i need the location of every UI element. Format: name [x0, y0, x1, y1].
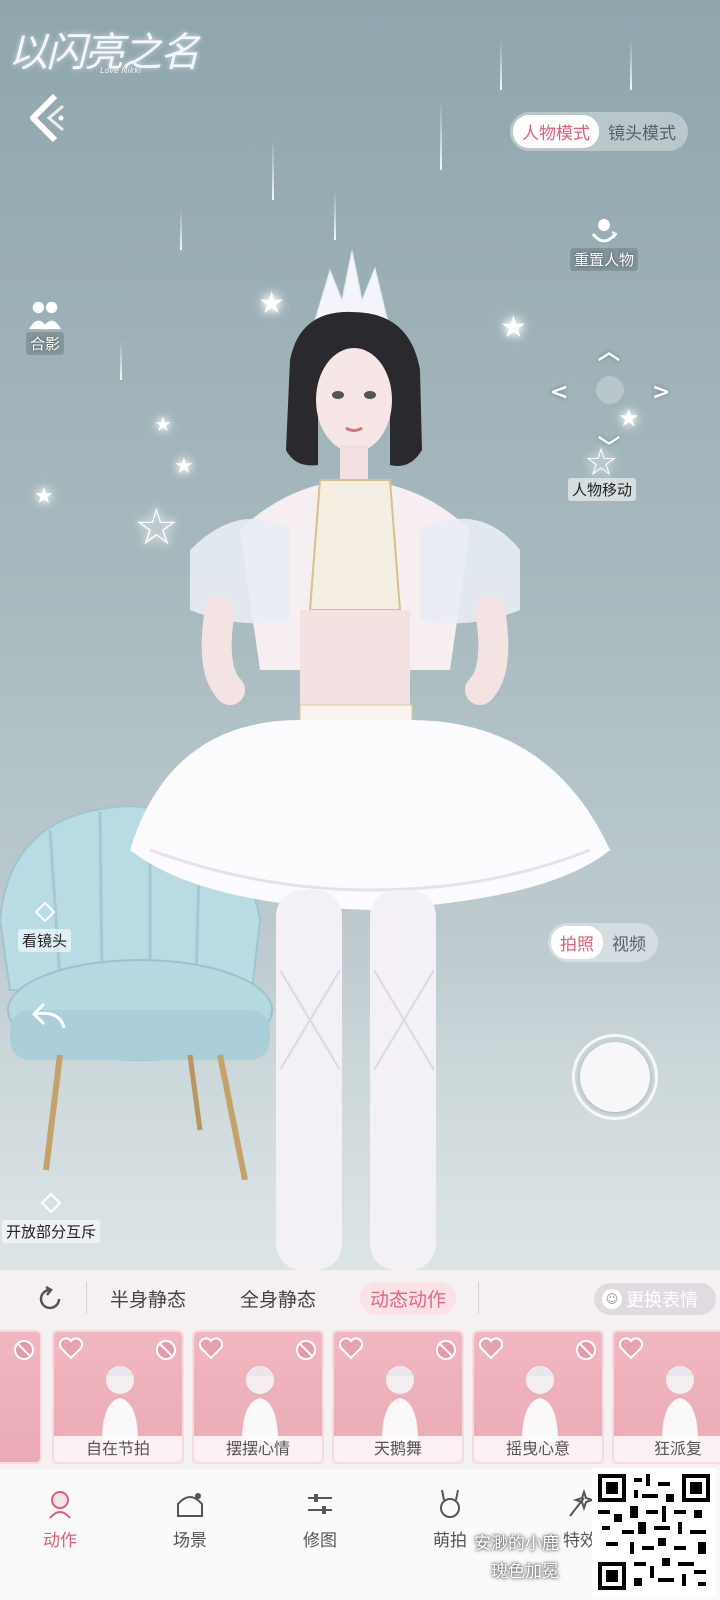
refresh-button[interactable]: [36, 1284, 66, 1314]
diamond-icon: [28, 895, 62, 929]
pose-preview-image: [242, 1366, 278, 1442]
photo-scene[interactable]: ★ ★ ★ ★ ★ ☆ ★ ☆ 以闪亮之名 Love Nikki 人物模式 镜头…: [0, 0, 720, 1270]
partial-mutex-toggle[interactable]: 开放部分互斥: [2, 1186, 101, 1243]
light-drop: [440, 100, 442, 170]
pose-preview-image: [522, 1366, 558, 1442]
move-character-label-wrap: 人物移动: [568, 478, 637, 501]
light-drop: [272, 140, 274, 200]
undo-arrow-icon: [31, 1002, 66, 1029]
tab-full-body-static[interactable]: 全身静态: [230, 1282, 326, 1315]
nav-item-scene[interactable]: 场景: [150, 1488, 230, 1551]
look-at-camera-label: 看镜头: [18, 929, 72, 952]
capture-mode-toggle: 拍照 视频: [548, 923, 658, 962]
pose-card-label: 摆摆心情: [194, 1436, 322, 1462]
reset-person-icon: [587, 214, 621, 248]
watermark-line2: 瑰色加冕: [491, 1562, 559, 1582]
light-drop: [334, 190, 336, 240]
heart-icon[interactable]: [198, 1336, 224, 1360]
pose-preview-image: [102, 1366, 138, 1442]
chevron-up-icon[interactable]: ︿: [598, 334, 620, 366]
pose-card-label: 狂派复: [614, 1436, 720, 1462]
nav-item-adjust[interactable]: 修图: [280, 1488, 360, 1551]
pose-card-label: 天鹅舞: [334, 1436, 462, 1462]
partial-mutex-label: 开放部分互斥: [2, 1220, 101, 1243]
qr-code: [592, 1468, 716, 1596]
nav-item-label: 修图: [303, 1531, 337, 1551]
tab-half-body-static[interactable]: 半身静态: [100, 1282, 196, 1315]
ban-icon: [576, 1340, 596, 1360]
shutter-button[interactable]: [572, 1034, 658, 1120]
ban-icon: [436, 1340, 456, 1360]
ban-icon: [156, 1340, 176, 1360]
reset-character-label: 重置人物: [570, 248, 639, 271]
divider: [86, 1282, 87, 1314]
pose-icon: [49, 1491, 71, 1519]
watermark: 安渺的小鹿 瑰色加冕: [474, 1530, 559, 1586]
pose-card[interactable]: 摇曳心意: [472, 1330, 604, 1464]
divider: [478, 1282, 479, 1314]
smiley-icon: ☺: [602, 1289, 622, 1309]
group-photo-label: 合影: [26, 332, 65, 355]
pose-card[interactable]: 自在节拍: [52, 1330, 184, 1464]
chevron-left-icon: [30, 93, 64, 143]
change-expression-button[interactable]: ☺ 更换表情: [594, 1283, 716, 1315]
pose-card-label: 自在节拍: [54, 1436, 182, 1462]
tab-photo[interactable]: 拍照: [551, 926, 603, 959]
ban-icon: [14, 1340, 34, 1360]
group-photo-button[interactable]: 合影: [26, 298, 65, 355]
pose-card[interactable]: 摆摆心情: [192, 1330, 324, 1464]
light-drop: [630, 40, 632, 90]
refresh-icon: [39, 1285, 61, 1310]
shutter-inner: [580, 1042, 650, 1112]
watermark-line1: 安渺的小鹿: [474, 1534, 559, 1554]
heart-icon[interactable]: [618, 1336, 644, 1360]
nav-item-label: 萌拍: [433, 1531, 467, 1551]
light-drop: [500, 40, 502, 90]
heart-icon[interactable]: [478, 1336, 504, 1360]
pose-panel: 半身静态 全身静态 动态动作 ☺ 更换表情 自在节拍 摆摆心情 天鹅舞 摇曳心意…: [0, 1270, 720, 1470]
pose-card[interactable]: 天鹅舞: [332, 1330, 464, 1464]
pose-card-list[interactable]: 自在节拍 摆摆心情 天鹅舞 摇曳心意 狂派复: [0, 1330, 720, 1466]
tab-camera-mode[interactable]: 镜头模式: [599, 115, 685, 148]
adjust-icon: [308, 1494, 332, 1514]
pose-preview-image: [382, 1366, 418, 1442]
person-icon: [596, 376, 624, 404]
heart-icon[interactable]: [58, 1336, 84, 1360]
move-character-label: 人物移动: [568, 478, 637, 501]
heart-icon[interactable]: [338, 1336, 364, 1360]
pose-card[interactable]: 狂派复: [612, 1330, 720, 1464]
mode-toggle: 人物模式 镜头模式: [510, 112, 688, 151]
look-at-camera-button[interactable]: 看镜头: [18, 895, 72, 952]
chevron-left-icon[interactable]: <: [550, 380, 568, 405]
back-button[interactable]: [22, 90, 72, 146]
character-move-dpad[interactable]: ︿ < > ﹀: [548, 334, 672, 461]
bunny-icon: [440, 1489, 460, 1518]
group-people-icon: [28, 298, 62, 332]
pose-card-label: 摇曳心意: [474, 1436, 602, 1462]
undo-button[interactable]: [30, 1000, 68, 1030]
star-sparkle: ★: [34, 484, 54, 509]
nav-item-label: 动作: [43, 1531, 77, 1551]
chevron-right-icon[interactable]: >: [652, 380, 670, 405]
diamond-icon: [34, 1186, 68, 1220]
tab-video[interactable]: 视频: [603, 926, 655, 959]
ban-icon: [296, 1340, 316, 1360]
pose-category-tabs: 半身静态 全身静态 动态动作 ☺ 更换表情: [0, 1270, 720, 1326]
qr-code-image: [598, 1474, 710, 1590]
pose-preview-image: [662, 1366, 698, 1442]
game-logo-subtitle: Love Nikki: [100, 66, 142, 75]
reset-character-button[interactable]: 重置人物: [570, 214, 639, 271]
chevron-down-icon[interactable]: ﹀: [598, 430, 620, 462]
nav-item-label: 场景: [173, 1531, 207, 1551]
tab-dynamic-action[interactable]: 动态动作: [360, 1282, 457, 1315]
nav-item-pose[interactable]: 动作: [20, 1488, 100, 1551]
change-expression-label: 更换表情: [626, 1290, 698, 1311]
light-drop: [180, 210, 182, 250]
scene-icon: [177, 1493, 203, 1517]
tab-character-mode[interactable]: 人物模式: [513, 115, 599, 148]
pose-card[interactable]: [0, 1330, 42, 1464]
